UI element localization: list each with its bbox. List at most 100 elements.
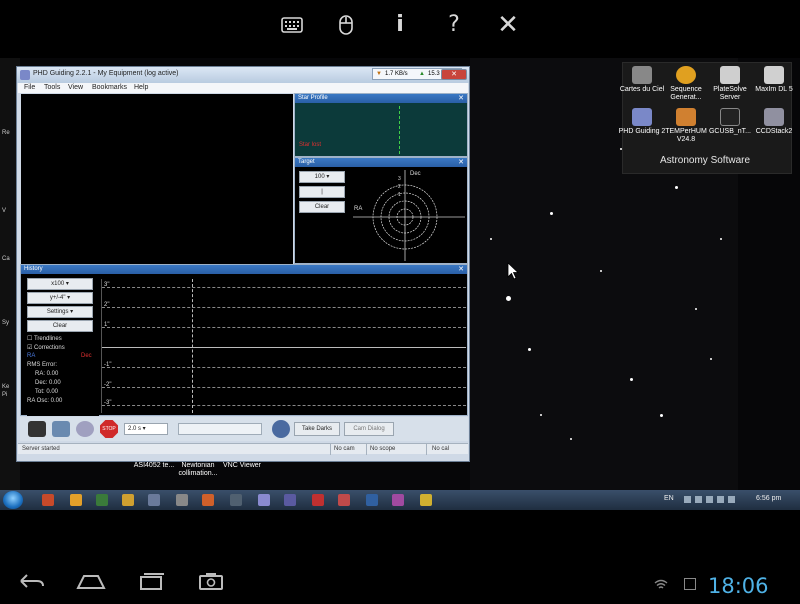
temperhum-icon [676, 108, 696, 126]
taskbar-app-icon[interactable] [312, 494, 324, 506]
brain-icon[interactable] [272, 420, 290, 438]
camera-connect-icon[interactable] [28, 421, 46, 437]
tray-icon[interactable] [728, 496, 735, 503]
corrections-checkbox[interactable]: ☑ Corrections [27, 344, 65, 351]
star [490, 238, 492, 240]
close-icon[interactable]: ✕ [493, 10, 523, 40]
camera-view[interactable] [21, 94, 293, 264]
target-zoom-select[interactable]: 100 ▾ [299, 171, 345, 183]
guide-icon[interactable] [76, 421, 94, 437]
star [660, 414, 663, 417]
menu-file[interactable]: File [24, 84, 35, 91]
taskbar-phd-icon[interactable] [284, 494, 296, 506]
back-icon[interactable] [16, 572, 46, 594]
taskbar-app-icon[interactable] [176, 494, 188, 506]
ra-rms-value: RA: 0.00 [35, 371, 59, 377]
window-titlebar[interactable]: PHD Guiding 2.2.1 - My Equipment (log ac… [17, 67, 469, 83]
keyboard-icon[interactable] [277, 10, 307, 40]
tray-icon[interactable] [684, 496, 691, 503]
time-marker-line [192, 279, 193, 413]
target-zoom-slider[interactable]: | [299, 186, 345, 198]
phd-guiding-icon [632, 108, 652, 126]
platesolve-server-icon [720, 66, 740, 84]
taskbar-app-icon[interactable] [338, 494, 350, 506]
close-pane-icon[interactable]: ✕ [458, 265, 464, 274]
taskbar-app-icon[interactable] [202, 494, 214, 506]
taskbar-clock[interactable]: 6:56 pm [756, 495, 781, 502]
menu-help[interactable]: Help [134, 84, 148, 91]
ra-osc-value: RA Osc: 0.00 [27, 398, 63, 404]
history-graph: 3" 2" 1" -1" -2" -3" [101, 279, 466, 413]
gridline [102, 307, 466, 308]
screenshot-icon[interactable] [196, 572, 226, 594]
target-clear-button[interactable]: Clear [299, 201, 345, 213]
taskbar-app-icon[interactable] [42, 494, 54, 506]
star-profile-pane: Star Profile ✕ Star lost [294, 93, 468, 157]
menu-bookmarks[interactable]: Bookmarks [92, 84, 127, 91]
take-darks-button[interactable]: Take Darks [294, 422, 340, 436]
trendlines-checkbox[interactable]: ☐ Trendlines [27, 335, 62, 342]
stop-icon[interactable]: STOP [100, 420, 118, 438]
history-x-scale-select[interactable]: x100 ▾ [27, 278, 93, 290]
help-icon[interactable]: ? [439, 10, 469, 40]
taskbar-app-icon[interactable] [122, 494, 134, 506]
gcusb-icon [720, 108, 740, 126]
edge-label: Sy [2, 320, 10, 326]
gamma-slider[interactable] [178, 423, 262, 435]
taskbar-app-icon[interactable] [258, 494, 270, 506]
taskbar-app-icon[interactable] [230, 494, 242, 506]
y-axis-label: -1" [104, 362, 112, 368]
desktop-icon-ccdstack[interactable]: CCDStack2 [748, 108, 800, 136]
taskbar-app-icon[interactable] [420, 494, 432, 506]
cam-dialog-button[interactable]: Cam Dialog [344, 422, 394, 436]
desktop-icon-maxim-dl[interactable]: MaxIm DL 5 [748, 66, 800, 94]
close-pane-icon[interactable]: ✕ [458, 94, 464, 103]
mouse-icon[interactable] [331, 10, 361, 40]
tray-icon[interactable] [717, 496, 724, 503]
dec-rms-value: Dec: 0.00 [35, 380, 61, 386]
taskbar-app-icon[interactable] [70, 494, 82, 506]
exposure-select[interactable]: 2.0 s ▾ [124, 423, 168, 435]
ring-label: 2 [398, 184, 401, 190]
pane-title: History [24, 266, 43, 272]
edge-label: Re [2, 130, 10, 136]
taskbar-app-icon[interactable] [148, 494, 160, 506]
desktop-icon-vnc-viewer[interactable]: VNC Viewer [216, 462, 268, 470]
android-clock: 18:06 [708, 574, 769, 598]
y-axis-label: 2" [104, 302, 110, 308]
close-window-button[interactable]: ✕ [441, 69, 467, 80]
tray-icon[interactable] [695, 496, 702, 503]
history-settings-select[interactable]: Settings ▾ [27, 306, 93, 318]
star [630, 378, 633, 381]
history-clear-button[interactable]: Clear [27, 320, 93, 332]
phd-app-icon [20, 70, 30, 80]
status-separator [426, 444, 427, 455]
y-axis-label: 3" [104, 282, 110, 288]
tray-icon[interactable] [706, 496, 713, 503]
sequence-generator-icon [676, 66, 696, 84]
menu-bar: File Tools View Bookmarks Help [18, 83, 468, 93]
history-y-scale-select[interactable]: y+/-4" ▾ [27, 292, 93, 304]
taskbar-app-icon[interactable] [96, 494, 108, 506]
gridline [102, 405, 466, 406]
taskbar-app-icon[interactable] [392, 494, 404, 506]
menu-view[interactable]: View [68, 84, 83, 91]
info-icon[interactable]: i [385, 10, 415, 40]
start-button-icon[interactable] [3, 491, 23, 509]
star [528, 348, 531, 351]
home-icon[interactable] [76, 572, 106, 594]
taskbar-app-icon[interactable] [366, 494, 378, 506]
ring-label: 3 [398, 176, 401, 182]
star [695, 308, 697, 310]
system-tray[interactable] [684, 496, 744, 504]
recents-icon[interactable] [136, 572, 166, 594]
status-calibration: No cal [432, 446, 450, 452]
star [540, 414, 542, 416]
y-axis-label: -2" [104, 382, 112, 388]
language-indicator[interactable]: EN [664, 495, 674, 502]
menu-tools[interactable]: Tools [44, 84, 60, 91]
dec-legend: Dec [81, 353, 92, 359]
close-pane-icon[interactable]: ✕ [458, 158, 464, 167]
loop-icon[interactable] [52, 421, 70, 437]
edge-label: Pi [2, 392, 8, 398]
